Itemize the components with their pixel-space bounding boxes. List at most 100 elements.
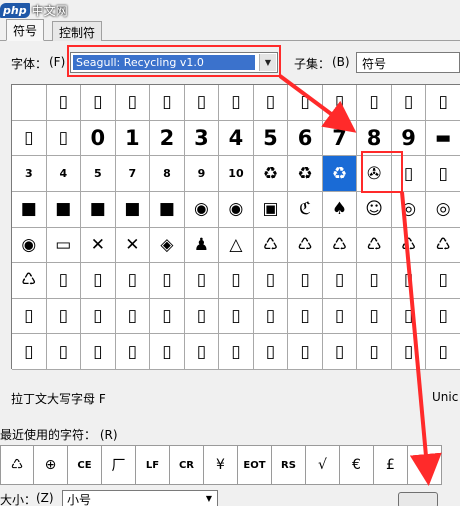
char-cell[interactable]: 0 <box>81 120 116 157</box>
recent-char[interactable]: © <box>408 445 442 485</box>
recent-char[interactable]: € <box>340 445 374 485</box>
recent-char[interactable]: £ <box>374 445 408 485</box>
char-cell[interactable]: 9 <box>391 120 427 157</box>
char-cell[interactable]: 1 <box>115 120 151 157</box>
char-cell[interactable]: ▭ <box>46 227 82 264</box>
char-cell[interactable]: ▯ <box>150 263 185 299</box>
char-cell[interactable]: ♺ <box>12 263 47 299</box>
char-cell[interactable]: ♻ <box>288 156 323 192</box>
char-cell[interactable]: ▬ <box>426 120 460 157</box>
character-grid[interactable]: ▯ ▯ ▯ ▯ ▯ ▯ ▯ ▯ ▯ ▯ ▯ ▯ ▯ ▯ 0 1 2 3 4 5 6 7 8 9 ▬ 3 4 5 7 8 9 10 ♻ ♻ ♻ ✇ ▯ ▯ ■… <box>11 84 460 370</box>
char-cell[interactable]: ▯ <box>184 85 220 121</box>
char-cell[interactable]: ℭ <box>288 191 323 228</box>
font-select[interactable]: Seagull: Recycling v1.0 ▼ <box>70 52 278 73</box>
char-cell[interactable]: ▯ <box>322 334 358 370</box>
char-cell[interactable]: ▯ <box>12 298 47 335</box>
char-cell[interactable]: ▯ <box>322 263 358 299</box>
char-cell[interactable]: ♺ <box>357 227 392 264</box>
char-cell[interactable]: ▯ <box>253 334 289 370</box>
char-cell[interactable]: ▯ <box>391 156 427 192</box>
recent-char[interactable]: ¥ <box>204 445 238 485</box>
char-cell[interactable]: ♺ <box>391 227 427 264</box>
char-cell[interactable]: ▯ <box>115 85 151 121</box>
char-cell[interactable]: 2 <box>150 120 185 157</box>
tab-control-chars[interactable]: 控制符 <box>52 21 103 41</box>
tab-symbols[interactable]: 符号 <box>6 19 45 41</box>
char-cell[interactable]: ▯ <box>115 298 151 335</box>
char-cell[interactable]: ◎ <box>426 191 460 228</box>
recent-char[interactable]: LF <box>136 445 170 485</box>
char-cell[interactable]: ▣ <box>253 191 289 228</box>
char-cell[interactable]: ◈ <box>150 227 185 264</box>
char-cell[interactable]: 10 <box>219 156 254 192</box>
subset-select[interactable]: 符号 <box>356 52 460 73</box>
char-cell[interactable]: ▯ <box>357 263 392 299</box>
char-cell[interactable]: ▯ <box>81 334 116 370</box>
char-cell[interactable]: ▯ <box>322 298 358 335</box>
char-cell[interactable]: ▯ <box>150 298 185 335</box>
recent-char[interactable]: √ <box>306 445 340 485</box>
char-cell[interactable]: ▯ <box>115 334 151 370</box>
char-cell[interactable]: ♺ <box>253 227 289 264</box>
recent-char[interactable]: CE <box>68 445 102 485</box>
char-cell[interactable]: ♺ <box>322 227 358 264</box>
char-cell[interactable]: △ <box>219 227 254 264</box>
char-cell[interactable]: ▯ <box>322 85 358 121</box>
char-cell[interactable]: ✕ <box>81 227 116 264</box>
char-cell[interactable]: ■ <box>150 191 185 228</box>
char-cell[interactable]: ■ <box>46 191 82 228</box>
char-cell[interactable]: ▯ <box>46 120 82 157</box>
char-cell[interactable]: ▯ <box>426 156 460 192</box>
recent-char[interactable]: ⊕ <box>34 445 68 485</box>
char-cell[interactable]: ✕ <box>115 227 151 264</box>
char-cell[interactable]: ▯ <box>184 334 220 370</box>
char-cell[interactable]: ▯ <box>426 85 460 121</box>
char-cell[interactable]: ♻ <box>253 156 289 192</box>
char-cell[interactable]: ▯ <box>288 334 323 370</box>
char-cell[interactable]: ■ <box>12 191 47 228</box>
char-cell[interactable]: 5 <box>253 120 289 157</box>
chevron-down-icon[interactable]: ▼ <box>201 491 217 506</box>
char-cell[interactable]: ♺ <box>426 227 460 264</box>
char-cell[interactable]: ▯ <box>46 334 82 370</box>
char-cell[interactable]: ▯ <box>184 298 220 335</box>
char-cell[interactable] <box>12 85 47 121</box>
recent-char[interactable]: ♺ <box>0 445 34 485</box>
char-cell[interactable]: ◉ <box>12 227 47 264</box>
char-cell[interactable]: 4 <box>46 156 82 192</box>
char-cell[interactable]: ▯ <box>184 263 220 299</box>
char-cell[interactable]: 7 <box>322 120 358 157</box>
char-cell[interactable]: ▯ <box>253 85 289 121</box>
char-cell[interactable]: ▯ <box>357 334 392 370</box>
char-cell[interactable]: ◉ <box>219 191 254 228</box>
char-cell[interactable]: ▯ <box>426 298 460 335</box>
char-cell[interactable]: ◎ <box>391 191 427 228</box>
char-cell[interactable]: ▯ <box>81 298 116 335</box>
char-cell[interactable]: ▯ <box>357 85 392 121</box>
chevron-down-icon[interactable]: ▼ <box>259 54 276 71</box>
char-cell[interactable]: ▯ <box>288 298 323 335</box>
char-cell[interactable]: ▯ <box>253 263 289 299</box>
char-cell[interactable]: ▯ <box>357 298 392 335</box>
char-cell[interactable]: ▯ <box>81 263 116 299</box>
char-cell[interactable]: ▯ <box>219 85 254 121</box>
char-cell[interactable]: ▯ <box>219 263 254 299</box>
char-cell[interactable]: ♠ <box>322 191 358 228</box>
char-cell[interactable]: 5 <box>81 156 116 192</box>
recent-char[interactable]: RS <box>272 445 306 485</box>
char-cell[interactable]: 9 <box>184 156 220 192</box>
char-cell[interactable]: 3 <box>184 120 220 157</box>
char-cell[interactable]: ♟ <box>184 227 220 264</box>
char-cell[interactable]: 4 <box>219 120 254 157</box>
size-select[interactable]: 小号 ▼ <box>62 490 218 506</box>
recent-char[interactable]: CR <box>170 445 204 485</box>
char-cell[interactable]: ▯ <box>219 298 254 335</box>
char-cell[interactable]: ▯ <box>288 263 323 299</box>
char-cell[interactable]: ▯ <box>253 298 289 335</box>
char-cell[interactable]: ▯ <box>115 263 151 299</box>
char-cell[interactable]: ▯ <box>391 334 427 370</box>
char-cell[interactable]: ▯ <box>288 85 323 121</box>
recent-char[interactable]: EOT <box>238 445 272 485</box>
char-cell[interactable]: 6 <box>288 120 323 157</box>
insert-button[interactable] <box>398 492 438 506</box>
